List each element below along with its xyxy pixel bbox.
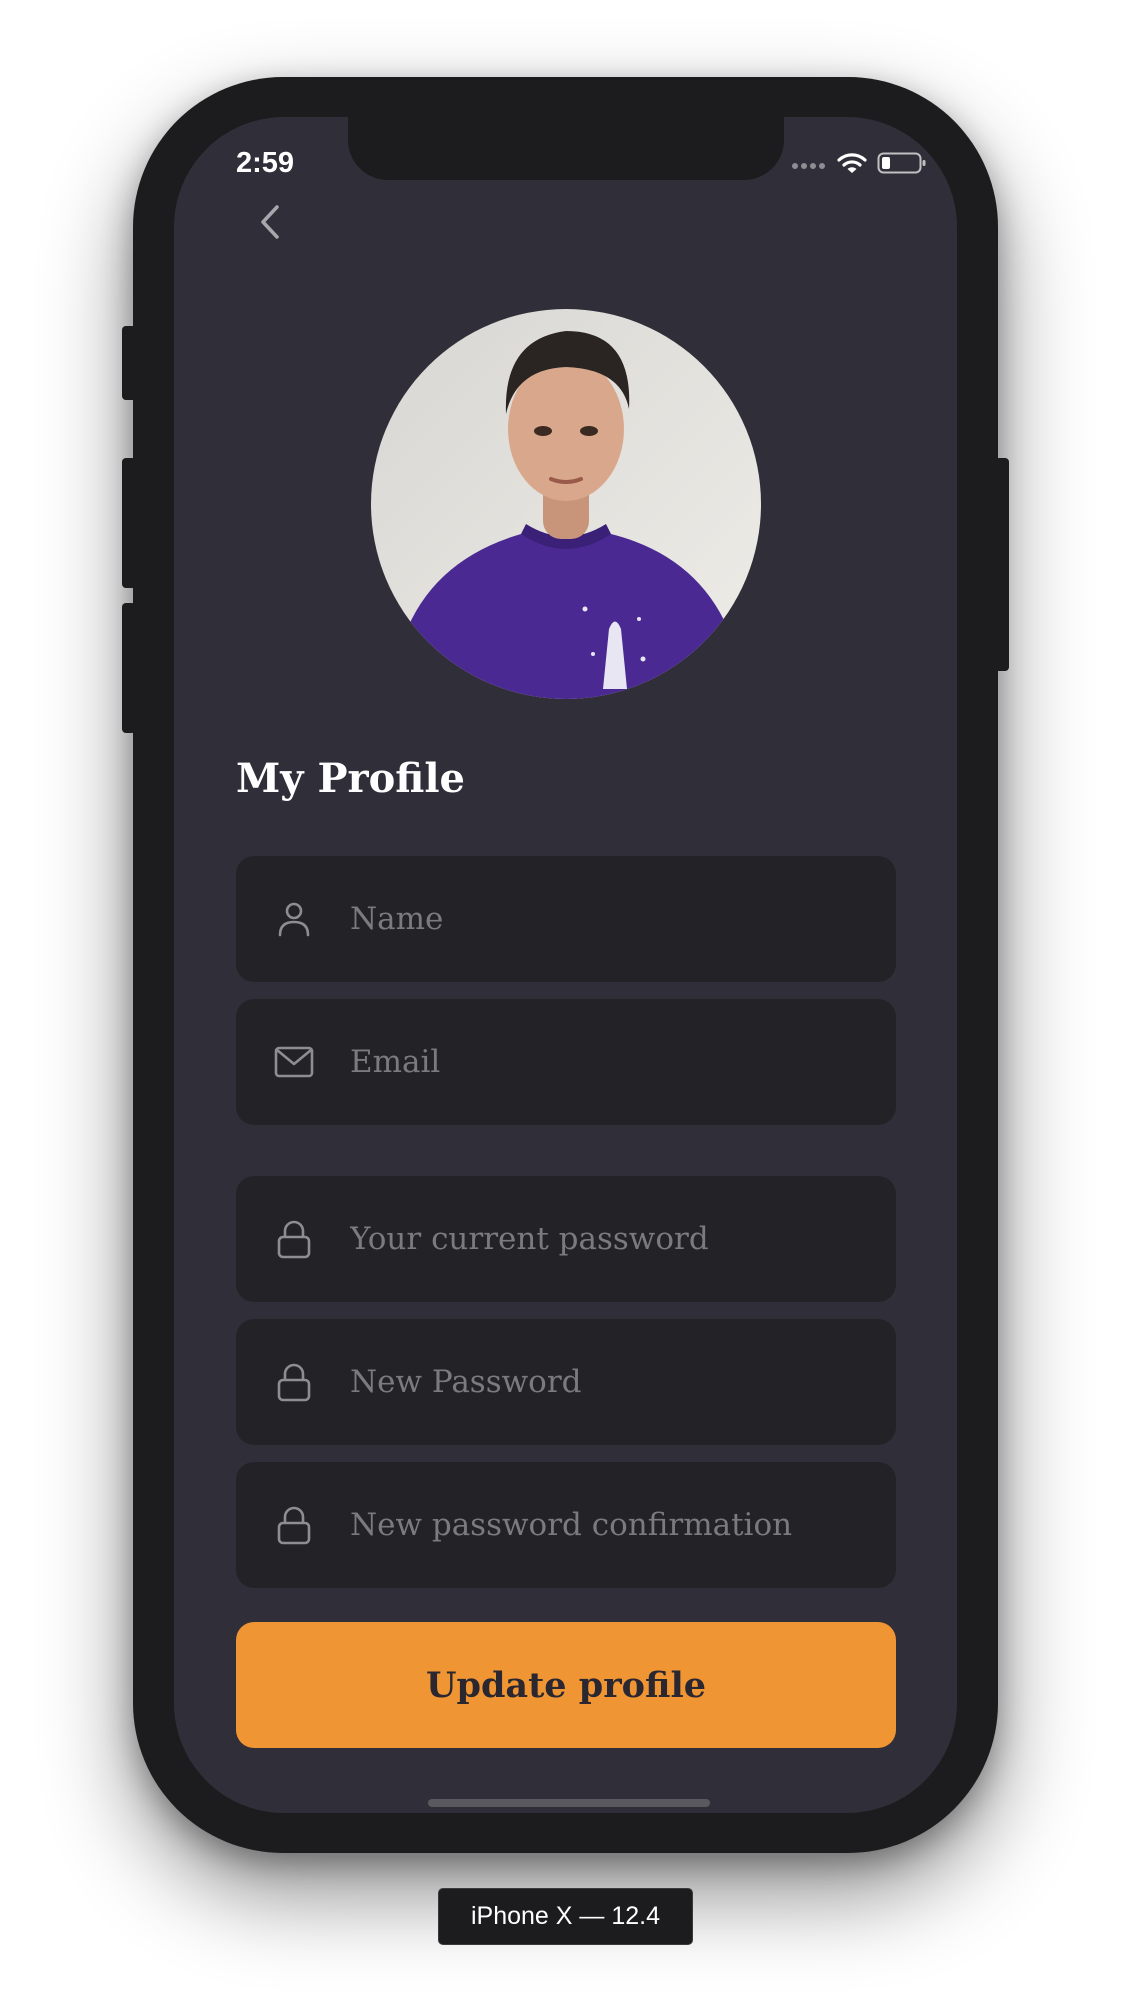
volume-down-button xyxy=(122,603,136,733)
lock-icon xyxy=(274,1362,314,1402)
mute-switch xyxy=(122,326,136,400)
avatar[interactable] xyxy=(371,309,761,699)
password-confirmation-field[interactable] xyxy=(236,1462,896,1588)
battery-icon xyxy=(877,151,927,179)
simulator-device-label: iPhone X — 12.4 xyxy=(438,1888,693,1945)
update-profile-button[interactable]: Update profile xyxy=(236,1622,896,1748)
wifi-icon xyxy=(837,151,867,179)
current-password-input[interactable] xyxy=(348,1176,876,1302)
name-input[interactable] xyxy=(348,856,876,982)
email-field[interactable] xyxy=(236,999,896,1125)
name-field[interactable] xyxy=(236,856,896,982)
chevron-left-icon xyxy=(259,204,281,244)
profile-photo xyxy=(371,309,761,699)
new-password-field[interactable] xyxy=(236,1319,896,1445)
lock-icon xyxy=(274,1505,314,1545)
status-icons xyxy=(791,151,927,179)
current-password-field[interactable] xyxy=(236,1176,896,1302)
app-screen: 2:59 My Profile Name Email Update profil… xyxy=(174,117,957,1813)
mail-icon xyxy=(274,1042,314,1082)
power-button xyxy=(995,458,1009,671)
page-title: My Profile xyxy=(236,755,466,802)
cellular-signal-icon xyxy=(791,156,827,175)
notch xyxy=(348,117,784,180)
new-password-input[interactable] xyxy=(348,1319,876,1445)
volume-up-button xyxy=(122,458,136,588)
email-input[interactable] xyxy=(348,999,876,1125)
user-icon xyxy=(274,899,314,939)
password-confirmation-input[interactable] xyxy=(348,1462,876,1588)
home-indicator[interactable] xyxy=(428,1799,710,1807)
status-time: 2:59 xyxy=(236,147,295,179)
back-button[interactable] xyxy=(250,199,290,249)
lock-icon xyxy=(274,1219,314,1259)
